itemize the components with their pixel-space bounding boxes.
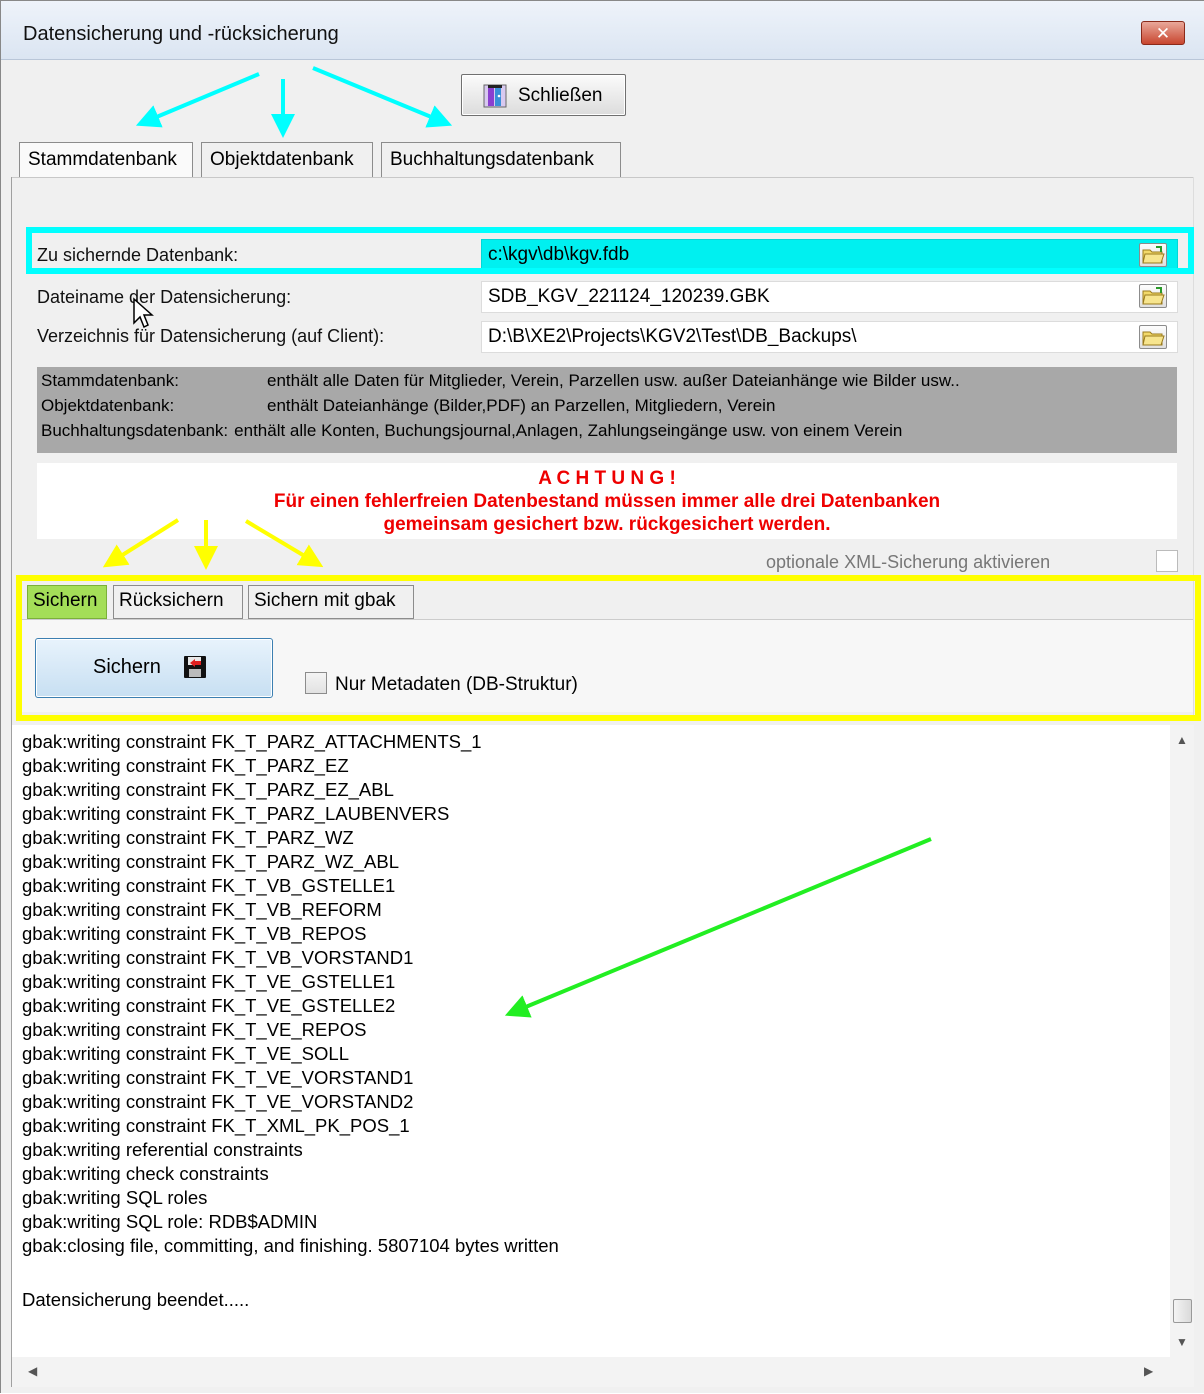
tab-objektdatenbank[interactable]: Objektdatenbank — [201, 142, 373, 178]
tab-label: Sichern mit gbak — [254, 590, 396, 611]
log-line: gbak:writing constraint FK_T_PARZ_ATTACH… — [22, 731, 482, 752]
backup-window: Datensicherung und -rücksicherung ✕ Schl… — [0, 0, 1204, 1393]
log-line: gbak:writing constraint FK_T_XML_PK_POS_… — [22, 1115, 410, 1136]
database-label: Zu sichernde Datenbank: — [37, 245, 239, 265]
log-line: gbak:writing constraint FK_T_VE_SOLL — [22, 1043, 349, 1064]
log-horizontal-scrollbar[interactable]: ◀ ▶ — [12, 1357, 1194, 1387]
folder-icon — [1142, 287, 1165, 305]
log-line: gbak:writing constraint FK_T_PARZ_LAUBEN… — [22, 803, 450, 824]
backup-dir-browse-button[interactable] — [1139, 325, 1167, 349]
info-row: Stammdatenbank: enthält alle Daten für Mi… — [41, 371, 960, 391]
tab-panel-border — [11, 177, 1194, 178]
backup-filename-browse-button[interactable] — [1139, 284, 1167, 308]
info-text: enthält alle Daten für Mitglieder, Verei… — [267, 371, 960, 390]
database-browse-button[interactable] — [1139, 243, 1167, 267]
cyan-arrows — [135, 66, 453, 138]
tab-label: Objektdatenbank — [210, 149, 354, 170]
tab-label: Stammdatenbank — [28, 149, 177, 170]
window-close-button[interactable]: ✕ — [1141, 21, 1185, 45]
log-line: gbak:writing constraint FK_T_VE_VORSTAND… — [22, 1067, 414, 1088]
log-line: gbak:writing constraint FK_T_PARZ_EZ — [22, 755, 349, 776]
info-text: enthält alle Konten, Buchungsjournal,Anl… — [234, 421, 903, 440]
backup-dir-value: D:\B\XE2\Projects\KGV2\Test\DB_Backups\ — [488, 326, 857, 347]
log-vertical-scrollbar[interactable]: ▲ ▼ — [1170, 725, 1194, 1357]
folder-icon — [1142, 246, 1165, 264]
log-line: gbak:writing constraint FK_T_VE_REPOS — [22, 1019, 367, 1040]
backup-filename-input[interactable]: SDB_KGV_221124_120239.GBK — [481, 281, 1178, 313]
info-key: Stammdatenbank: — [41, 371, 179, 390]
info-key: Buchhaltungsdatenbank: — [41, 421, 229, 440]
mouse-cursor-icon — [133, 297, 154, 329]
log-line: gbak:closing file, committing, and finis… — [22, 1235, 559, 1256]
log-line: gbak:writing check constraints — [22, 1163, 269, 1184]
warning-line-1: Für einen fehlerfreien Datenbestand müss… — [273, 491, 941, 512]
close-icon: ✕ — [1155, 24, 1171, 43]
tab-label: Buchhaltungsdatenbank — [390, 149, 594, 170]
log-line: gbak:writing constraint FK_T_PARZ_WZ — [22, 827, 354, 848]
tab-buchhaltungsdatenbank[interactable]: Buchhaltungsdatenbank — [381, 142, 621, 178]
floppy-disk-icon — [184, 656, 206, 678]
window-title: Datensicherung und -rücksicherung — [23, 23, 339, 45]
tab-sichern-mit-gbak[interactable]: Sichern mit gbak — [248, 585, 414, 619]
backup-dir-label: Verzeichnis für Datensicherung (auf Clie… — [37, 326, 385, 346]
save-button[interactable]: Sichern — [35, 638, 273, 698]
tab-sichern[interactable]: Sichern — [27, 585, 107, 619]
log-line: gbak:writing SQL role: RDB$ADMIN — [22, 1211, 318, 1232]
log-line: gbak:writing constraint FK_T_VB_REPOS — [22, 923, 367, 944]
log-line: gbak:writing constraint FK_T_VE_GSTELLE1 — [22, 971, 396, 992]
tab-ruecksichern[interactable]: Rücksichern — [113, 585, 243, 619]
log-line: gbak:writing constraint FK_T_VE_GSTELLE2 — [22, 995, 396, 1016]
xml-backup-checkbox[interactable] — [1156, 550, 1178, 572]
scroll-up-arrow-icon[interactable]: ▲ — [1176, 733, 1188, 747]
log-output[interactable]: gbak:writing constraint FK_T_PARZ_ATTACH… — [12, 725, 1170, 1357]
log-line: gbak:writing SQL roles — [22, 1187, 208, 1208]
xml-backup-label: optionale XML-Sicherung aktivieren — [766, 552, 1051, 572]
save-button-label: Sichern — [93, 656, 161, 678]
log-line: Datensicherung beendet..... — [22, 1289, 250, 1310]
log-line: gbak:writing constraint FK_T_PARZ_WZ_ABL — [22, 851, 399, 872]
warning-line-2: gemeinsam gesichert bzw. rückgesichert w… — [383, 514, 831, 535]
info-row: Buchhaltungsdatenbank: enthält alle Konte… — [41, 421, 902, 441]
close-dialog-button[interactable]: Schließen — [461, 74, 626, 116]
scroll-down-arrow-icon[interactable]: ▼ — [1176, 1335, 1188, 1349]
backup-dir-input[interactable]: D:\B\XE2\Projects\KGV2\Test\DB_Backups\ — [481, 321, 1178, 353]
info-key: Objektdatenbank: — [41, 396, 175, 415]
title-bar: Datensicherung und -rücksicherung ✕ — [1, 1, 1204, 60]
info-text: enthält Dateianhänge (Bilder,PDF) an Par… — [267, 396, 776, 415]
metadata-only-label: Nur Metadaten (DB-Struktur) — [335, 674, 578, 695]
log-line: gbak:writing constraint FK_T_VB_REFORM — [22, 899, 382, 920]
info-row: Objektdatenbank: enthält Dateianhänge (Bi… — [41, 396, 775, 416]
log-line: gbak:writing constraint FK_T_VB_VORSTAND… — [22, 947, 414, 968]
backup-filename-value: SDB_KGV_221124_120239.GBK — [488, 286, 770, 307]
database-info-box: Stammdatenbank: enthält alle Daten für Mi… — [37, 367, 1177, 453]
tab-label: Rücksichern — [119, 590, 224, 611]
log-line: gbak:writing constraint FK_T_PARZ_EZ_ABL — [22, 779, 394, 800]
exit-door-icon — [483, 84, 507, 108]
scroll-right-arrow-icon[interactable]: ▶ — [1144, 1364, 1153, 1378]
log-line: gbak:writing constraint FK_T_VB_GSTELLE1 — [22, 875, 396, 896]
tab-stammdatenbank[interactable]: Stammdatenbank — [19, 142, 193, 178]
warning-box: A C H T U N G ! Für einen fehlerfreien D… — [37, 463, 1177, 539]
backup-filename-label: Dateiname der Datensicherung: — [37, 287, 292, 307]
log-line: gbak:writing constraint FK_T_VE_VORSTAND… — [22, 1091, 414, 1112]
folder-icon — [1142, 331, 1165, 346]
database-path-input[interactable]: c:\kgv\db\kgv.fdb — [481, 239, 1178, 271]
tab-panel-border-right — [1193, 177, 1194, 717]
close-dialog-label: Schließen — [518, 85, 603, 106]
scroll-left-arrow-icon[interactable]: ◀ — [28, 1364, 37, 1378]
warning-title: A C H T U N G ! — [538, 468, 676, 489]
metadata-only-checkbox[interactable] — [305, 672, 327, 694]
tab-label: Sichern — [33, 590, 98, 611]
log-scroll-thumb[interactable] — [1173, 1299, 1192, 1323]
log-line: gbak:writing referential constraints — [22, 1139, 303, 1160]
database-path-value: c:\kgv\db\kgv.fdb — [488, 244, 630, 265]
